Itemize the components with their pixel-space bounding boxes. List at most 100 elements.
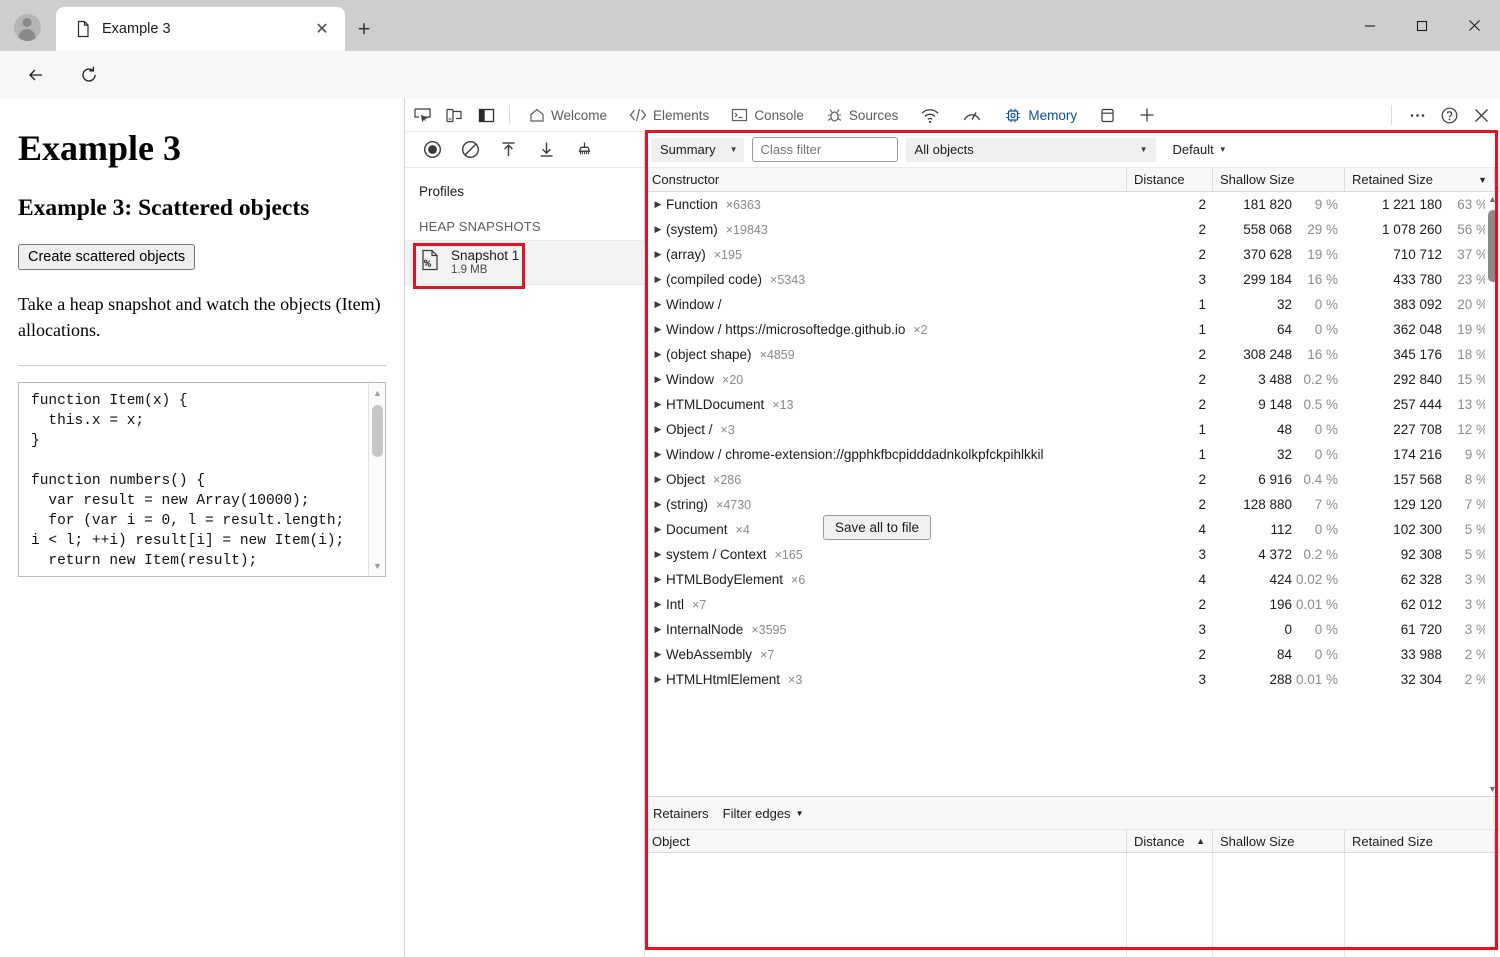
collect-garbage-icon[interactable] <box>565 135 603 165</box>
save-profile-icon[interactable] <box>527 135 565 165</box>
cell-constructor[interactable]: ▶HTMLBodyElement×6 <box>645 567 1127 592</box>
tab-memory[interactable]: Memory <box>993 99 1088 132</box>
tab-performance[interactable] <box>951 99 993 132</box>
column-header-retained-size[interactable]: Retained Size ▼ <box>1345 168 1495 191</box>
table-row[interactable]: ▶Function×63632181 8209 %1 221 18063 % <box>645 192 1500 217</box>
table-row[interactable]: ▶(compiled code)×53433299 18416 %433 780… <box>645 267 1500 292</box>
expand-triangle-icon[interactable]: ▶ <box>652 649 664 660</box>
record-heap-icon[interactable] <box>413 135 451 165</box>
expand-triangle-icon[interactable]: ▶ <box>652 349 664 360</box>
new-tab-button[interactable]: + <box>349 14 379 44</box>
table-row[interactable]: ▶HTMLHtmlElement×332880.01 %32 3042 % <box>645 667 1500 692</box>
table-row[interactable]: ▶Intl×721960.01 %62 0123 % <box>645 592 1500 617</box>
expand-triangle-icon[interactable]: ▶ <box>652 524 664 535</box>
table-row[interactable]: ▶system / Context×16534 3720.2 %92 3085 … <box>645 542 1500 567</box>
tab-welcome[interactable]: Welcome <box>518 99 618 132</box>
column-header-shallow-size[interactable]: Shallow Size <box>1213 168 1345 191</box>
table-row[interactable]: ▶(system)×198432558 06829 %1 078 26056 % <box>645 217 1500 242</box>
create-scattered-objects-button[interactable]: Create scattered objects <box>18 244 195 270</box>
cell-constructor[interactable]: ▶Object /×3 <box>645 417 1127 442</box>
browser-tab[interactable]: Example 3 ✕ <box>56 7 345 51</box>
column-header-retainer-retained-size[interactable]: Retained Size <box>1345 830 1495 852</box>
maximize-icon[interactable] <box>1396 0 1448 51</box>
cell-constructor[interactable]: ▶(compiled code)×5343 <box>645 267 1127 292</box>
cell-constructor[interactable]: ▶Window / <box>645 292 1127 317</box>
table-row[interactable]: ▶HTMLDocument×1329 1480.5 %257 44413 % <box>645 392 1500 417</box>
device-emulation-icon[interactable] <box>439 100 469 130</box>
column-header-distance[interactable]: Distance <box>1127 168 1213 191</box>
tab-elements[interactable]: Elements <box>618 99 720 132</box>
scroll-down-icon[interactable]: ▼ <box>369 558 386 574</box>
tab-application[interactable] <box>1088 99 1127 132</box>
base-snapshot-select[interactable]: Default ▼ <box>1164 138 1233 162</box>
cell-constructor[interactable]: ▶(array)×195 <box>645 242 1127 267</box>
scrollbar-thumb[interactable] <box>372 405 383 457</box>
save-all-to-file-button[interactable]: Save all to file <box>823 515 931 540</box>
load-profile-icon[interactable] <box>489 135 527 165</box>
grid-body[interactable]: ▶Function×63632181 8209 %1 221 18063 %▶(… <box>645 192 1500 796</box>
close-devtools-icon[interactable] <box>1466 100 1496 130</box>
scroll-down-icon[interactable]: ▼ <box>1485 782 1500 796</box>
add-panel-button[interactable] <box>1127 99 1167 132</box>
more-tools-icon[interactable] <box>1402 100 1432 130</box>
table-row[interactable]: ▶Window×2023 4880.2 %292 84015 % <box>645 367 1500 392</box>
cell-constructor[interactable]: ▶Object×286 <box>645 467 1127 492</box>
cell-constructor[interactable]: ▶(object shape)×4859 <box>645 342 1127 367</box>
objects-filter-select[interactable]: All objects ▼ <box>906 138 1156 162</box>
cell-constructor[interactable]: ▶(system)×19843 <box>645 217 1127 242</box>
cell-constructor[interactable]: ▶(string)×4730 <box>645 492 1127 517</box>
table-row[interactable]: ▶(array)×1952370 62819 %710 71237 % <box>645 242 1500 267</box>
back-icon[interactable] <box>20 59 52 91</box>
expand-triangle-icon[interactable]: ▶ <box>652 374 664 385</box>
table-row[interactable]: ▶(object shape)×48592308 24816 %345 1761… <box>645 342 1500 367</box>
column-header-constructor[interactable]: Constructor <box>645 168 1127 191</box>
expand-triangle-icon[interactable]: ▶ <box>652 599 664 610</box>
expand-triangle-icon[interactable]: ▶ <box>652 624 664 635</box>
table-row[interactable]: ▶Window / chrome-extension://gpphkfbcpid… <box>645 442 1500 467</box>
window-close-icon[interactable] <box>1448 0 1500 51</box>
scroll-up-icon[interactable]: ▲ <box>1485 192 1500 206</box>
view-mode-select[interactable]: Summary ▼ <box>651 138 744 162</box>
expand-triangle-icon[interactable]: ▶ <box>652 274 664 285</box>
cell-constructor[interactable]: ▶WebAssembly×7 <box>645 642 1127 667</box>
clear-icon[interactable] <box>451 135 489 165</box>
column-header-object[interactable]: Object <box>645 830 1127 852</box>
expand-triangle-icon[interactable]: ▶ <box>652 499 664 510</box>
table-row[interactable]: ▶InternalNode×3595300 %61 7203 % <box>645 617 1500 642</box>
expand-triangle-icon[interactable]: ▶ <box>652 549 664 560</box>
reload-icon[interactable] <box>73 59 105 91</box>
profile-button[interactable] <box>0 3 54 51</box>
expand-triangle-icon[interactable]: ▶ <box>652 249 664 260</box>
inspect-element-icon[interactable] <box>407 100 437 130</box>
help-icon[interactable] <box>1434 100 1464 130</box>
cell-constructor[interactable]: ▶HTMLDocument×13 <box>645 392 1127 417</box>
cell-constructor[interactable]: ▶Window×20 <box>645 367 1127 392</box>
tab-network[interactable] <box>909 99 951 132</box>
expand-triangle-icon[interactable]: ▶ <box>652 674 664 685</box>
code-scrollbar[interactable]: ▲ ▼ <box>368 383 385 576</box>
code-sample-box[interactable]: function Item(x) { this.x = x; } functio… <box>18 382 386 577</box>
cell-constructor[interactable]: ▶InternalNode×3595 <box>645 617 1127 642</box>
class-filter-input[interactable] <box>752 137 898 162</box>
scrollbar-thumb[interactable] <box>1488 210 1498 282</box>
expand-triangle-icon[interactable]: ▶ <box>652 299 664 310</box>
snapshot-list-item[interactable]: Snapshot 1 1.9 MB <box>405 240 644 285</box>
expand-triangle-icon[interactable]: ▶ <box>652 199 664 210</box>
cell-constructor[interactable]: ▶HTMLHtmlElement×3 <box>645 667 1127 692</box>
tab-sources[interactable]: Sources <box>815 99 910 132</box>
dock-side-icon[interactable] <box>471 100 501 130</box>
table-row[interactable]: ▶Window / https://microsoftedge.github.i… <box>645 317 1500 342</box>
column-header-retainer-distance[interactable]: Distance ▲ <box>1127 830 1213 852</box>
expand-triangle-icon[interactable]: ▶ <box>652 574 664 585</box>
cell-constructor[interactable]: ▶Function×6363 <box>645 192 1127 217</box>
close-icon[interactable]: ✕ <box>309 16 335 42</box>
cell-constructor[interactable]: ▶Window / https://microsoftedge.github.i… <box>645 317 1127 342</box>
table-row[interactable]: ▶(string)×47302128 8807 %129 1207 % <box>645 492 1500 517</box>
table-row[interactable]: ▶Window /1320 %383 09220 % <box>645 292 1500 317</box>
column-header-retainer-shallow-size[interactable]: Shallow Size <box>1213 830 1345 852</box>
expand-triangle-icon[interactable]: ▶ <box>652 424 664 435</box>
cell-constructor[interactable]: ▶system / Context×165 <box>645 542 1127 567</box>
cell-constructor[interactable]: ▶Window / chrome-extension://gpphkfbcpid… <box>645 442 1127 467</box>
expand-triangle-icon[interactable]: ▶ <box>652 474 664 485</box>
tab-console[interactable]: Console <box>720 99 815 132</box>
